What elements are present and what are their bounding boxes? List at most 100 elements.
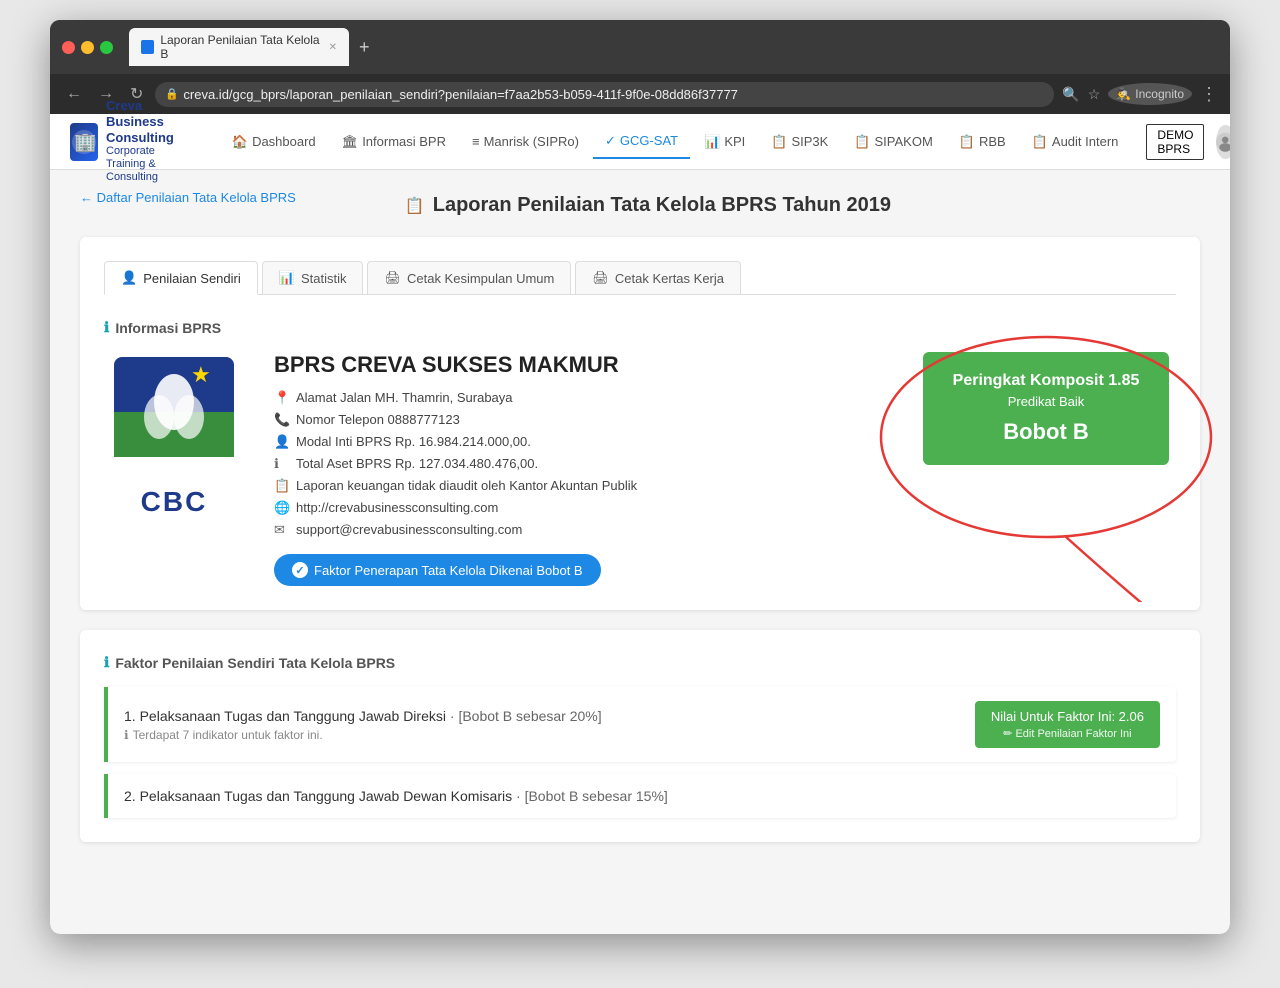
faktor-item-1-title: 1. Pelaksanaan Tugas dan Tanggung Jawab … (124, 708, 975, 724)
cbc-logo-area: ★ CBC (104, 352, 244, 518)
email-icon: ✉ (274, 522, 290, 538)
tab-bar: Laporan Penilaian Tata Kelola B ✕ + (129, 28, 1218, 66)
faktor-item-2: 2. Pelaksanaan Tugas dan Tanggung Jawab … (104, 774, 1176, 818)
rating-title: Peringkat Komposit 1.85 (953, 372, 1140, 390)
lock-icon: 🔒 (165, 88, 179, 101)
nav-right: DEMO BPRS demo.bprs SIPRo dan GCG-SAT BP… (1146, 107, 1230, 176)
bprs-modal: 👤 Modal Inti BPRS Rp. 16.984.214.000,00. (274, 434, 886, 450)
info-bprs-header: Informasi BPRS (104, 319, 1176, 336)
info-small-icon: ℹ (124, 728, 129, 742)
main-navigation: 🏠 Dashboard 🏛 Informasi BPR ≡ Manrisk (S… (220, 125, 1131, 159)
top-navigation: 🏢 Creva Business Consulting Corporate Tr… (50, 114, 1230, 170)
tab-cetak-kk-icon: 🖨 (592, 270, 609, 286)
cbc-label: CBC (104, 486, 244, 518)
bobot-button-label: Faktor Penerapan Tata Kelola Dikenai Bob… (314, 563, 583, 578)
search-icon[interactable]: 🔍 (1062, 86, 1079, 103)
tab-close-button[interactable]: ✕ (329, 42, 337, 53)
logo-icon: 🏢 (70, 123, 98, 161)
tab-statistik[interactable]: 📊 Statistik (262, 261, 364, 294)
incognito-label: Incognito (1135, 87, 1184, 101)
page-content: 🏢 Creva Business Consulting Corporate Tr… (50, 114, 1230, 934)
nav-kpi[interactable]: 📊 KPI (692, 126, 757, 158)
main-card: 👤 Penilaian Sendiri 📊 Statistik 🖨 Cetak … (80, 237, 1200, 610)
bprs-address: 📍 Alamat Jalan MH. Thamrin, Surabaya (274, 390, 886, 406)
faktor-header: Faktor Penilaian Sendiri Tata Kelola BPR… (104, 654, 1176, 671)
bprs-name: BPRS CREVA SUKSES MAKMUR (274, 352, 886, 378)
phone-icon: 📞 (274, 412, 290, 428)
svg-text:★: ★ (191, 362, 211, 387)
page-title-icon: 📋 (405, 196, 425, 216)
maximize-button[interactable] (100, 41, 113, 54)
logo-svg: 🏢 (70, 128, 98, 156)
minimize-button[interactable] (81, 41, 94, 54)
logo-text: Creva Business Consulting Corporate Trai… (106, 98, 184, 184)
tab-title: Laporan Penilaian Tata Kelola B (160, 33, 322, 61)
address-bar-wrapper: 🔒 (155, 82, 1054, 107)
logo-area: 🏢 Creva Business Consulting Corporate Tr… (70, 98, 184, 184)
faktor-item-1-subtitle: ℹ Terdapat 7 indikator untuk faktor ini. (124, 728, 975, 742)
tab-penilaian-icon: 👤 (121, 270, 137, 286)
nav-audit-intern[interactable]: 📋 Audit Intern (1020, 126, 1131, 158)
globe-icon: 🌐 (274, 500, 290, 516)
bprs-info-grid: ★ CBC BPRS CREVA SUKSES MAKMUR 📍 Alamat … (104, 352, 1176, 586)
user-avatar (1216, 125, 1230, 159)
edit-label: ✏ Edit Penilaian Faktor Ini (991, 727, 1144, 740)
title-bar: Laporan Penilaian Tata Kelola B ✕ + (50, 20, 1230, 74)
nav-rbb[interactable]: 📋 RBB (947, 126, 1018, 158)
tab-cetak-kesimpulan[interactable]: 🖨 Cetak Kesimpulan Umum (367, 261, 571, 294)
breadcrumb-link[interactable]: Daftar Penilaian Tata Kelola BPRS (80, 190, 296, 205)
page-title-wrapper: 📋 Laporan Penilaian Tata Kelola BPRS Tah… (405, 194, 891, 217)
new-tab-button[interactable]: + (351, 35, 378, 60)
faktor-item-2-title: 2. Pelaksanaan Tugas dan Tanggung Jawab … (124, 788, 1160, 804)
bprs-phone: 📞 Nomor Telepon 0888777123 (274, 412, 886, 428)
laporan-icon: 📋 (274, 478, 290, 494)
active-tab[interactable]: Laporan Penilaian Tata Kelola B ✕ (129, 28, 349, 66)
faktor-item-1: 1. Pelaksanaan Tugas dan Tanggung Jawab … (104, 687, 1176, 762)
rating-predikat: Predikat Baik (953, 394, 1140, 409)
address-bar-right: 🔍 ☆ 🕵 Incognito ⋮ (1062, 83, 1218, 105)
traffic-lights (62, 41, 113, 54)
url-input[interactable] (155, 82, 1054, 107)
nav-gcg-sat[interactable]: ✓ GCG-SAT (593, 125, 690, 159)
logo-subtitle: Corporate Training & Consulting (106, 145, 158, 183)
nav-informasi-bpr[interactable]: 🏛 Informasi BPR (330, 126, 458, 158)
faktor-card: Faktor Penilaian Sendiri Tata Kelola BPR… (80, 630, 1200, 842)
tab-cetak-kertas[interactable]: 🖨 Cetak Kertas Kerja (575, 261, 741, 294)
cbc-logo-graphic: ★ (109, 352, 239, 482)
aset-icon: ℹ (274, 456, 290, 472)
demo-badge: DEMO BPRS (1146, 124, 1204, 160)
rating-box: Peringkat Komposit 1.85 Predikat Baik Bo… (923, 352, 1170, 465)
close-button[interactable] (62, 41, 75, 54)
cbc-svg-logo: ★ (109, 352, 239, 482)
tab-favicon (141, 40, 154, 54)
faktor-item-1-right: Nilai Untuk Faktor Ini: 2.06 ✏ Edit Peni… (975, 701, 1160, 748)
tab-statistik-icon: 📊 (279, 270, 295, 286)
location-icon: 📍 (274, 390, 290, 406)
svg-text:🏢: 🏢 (74, 132, 96, 152)
incognito-badge: 🕵 Incognito (1108, 83, 1192, 105)
info-bprs-section: Informasi BPRS (104, 319, 1176, 586)
user-info: demo.bprs SIPRo dan GCG-SAT BPRS (1216, 107, 1230, 176)
address-bar: ← → ↻ 🔒 🔍 ☆ 🕵 Incognito ⋮ (50, 74, 1230, 114)
page-title: Laporan Penilaian Tata Kelola BPRS Tahun… (433, 194, 891, 217)
nav-sip3k[interactable]: 📋 SIP3K (759, 126, 840, 158)
nav-sipakom[interactable]: 📋 SIPAKOM (842, 126, 944, 158)
bprs-laporan: 📋 Laporan keuangan tidak diaudit oleh Ka… (274, 478, 886, 494)
bprs-total-aset: ℹ Total Aset BPRS Rp. 127.034.480.476,00… (274, 456, 886, 472)
bprs-website: 🌐 http://crevabusinessconsulting.com (274, 500, 886, 516)
more-menu-button[interactable]: ⋮ (1200, 84, 1218, 105)
avatar-svg (1216, 125, 1230, 159)
rating-bobot: Bobot B (953, 419, 1140, 445)
modal-icon: 👤 (274, 434, 290, 450)
edit-faktor-1-button[interactable]: Nilai Untuk Faktor Ini: 2.06 ✏ Edit Peni… (975, 701, 1160, 748)
tab-penilaian-sendiri[interactable]: 👤 Penilaian Sendiri (104, 261, 258, 295)
bobot-button[interactable]: Faktor Penerapan Tata Kelola Dikenai Bob… (274, 554, 601, 586)
nav-manrisk[interactable]: ≡ Manrisk (SIPRo) (460, 126, 591, 157)
nilai-label: Nilai Untuk Faktor Ini: 2.06 (991, 709, 1144, 724)
bprs-email: ✉ support@crevabusinessconsulting.com (274, 522, 886, 538)
nav-dashboard[interactable]: 🏠 Dashboard (220, 126, 328, 158)
tab-cetak-k-icon: 🖨 (384, 270, 401, 286)
bookmark-icon[interactable]: ☆ (1088, 86, 1101, 103)
faktor-item-1-content: 1. Pelaksanaan Tugas dan Tanggung Jawab … (124, 708, 975, 742)
incognito-icon: 🕵 (1116, 87, 1131, 101)
